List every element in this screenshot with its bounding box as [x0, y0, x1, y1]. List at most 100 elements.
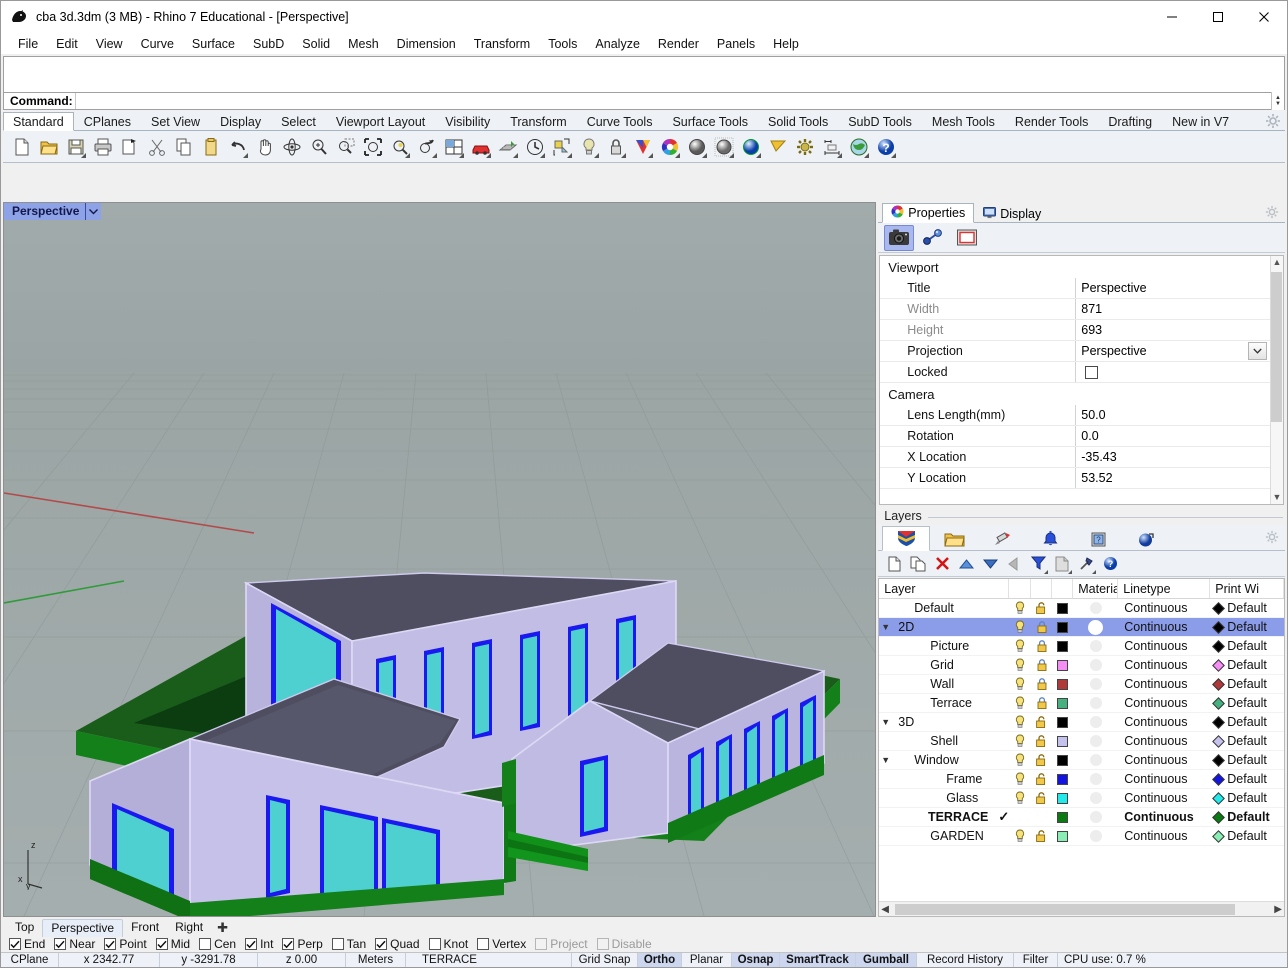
layer-row[interactable]: Picture Continuous Default	[879, 637, 1284, 656]
prop-value-title[interactable]: Perspective	[1075, 278, 1268, 298]
layer-lock-toggle[interactable]	[1031, 620, 1052, 634]
layer-linetype-cell[interactable]: Continuous	[1118, 772, 1210, 786]
perspective-viewport[interactable]: Perspective z x y	[3, 202, 877, 917]
osnap-vertex[interactable]: Vertex	[477, 937, 526, 951]
osnap-mid[interactable]: Mid	[155, 937, 190, 951]
layers-scroll-thumb[interactable]	[895, 904, 1236, 915]
layer-material-swatch[interactable]	[1073, 602, 1118, 614]
osnap-checkbox[interactable]	[428, 938, 441, 950]
col-header-lock[interactable]	[1031, 579, 1053, 598]
layer-print-width-cell[interactable]: Default	[1210, 715, 1284, 729]
minimize-button[interactable]	[1149, 1, 1195, 33]
viewport-3d-scene[interactable]	[4, 203, 876, 916]
col-header-on[interactable]	[1009, 579, 1032, 598]
layer-color-swatch[interactable]	[1052, 659, 1073, 671]
zoom-in-out-icon[interactable]	[306, 133, 332, 161]
toolbar-tab-set-view[interactable]: Set View	[141, 112, 210, 131]
tab-properties[interactable]: Properties	[882, 203, 975, 223]
layer-print-width-cell[interactable]: Default	[1210, 620, 1284, 634]
osnap-point[interactable]: Point	[104, 937, 147, 951]
layer-lock-toggle[interactable]	[1031, 734, 1052, 748]
layer-color-swatch[interactable]	[1052, 811, 1073, 823]
status-toggle-gumball[interactable]: Gumball	[856, 953, 917, 967]
osnap-quad[interactable]: Quad	[375, 937, 420, 951]
viewport-tab-top[interactable]: Top	[7, 919, 42, 936]
layer-linetype-cell[interactable]: Continuous	[1118, 677, 1210, 691]
color-wheel-icon[interactable]	[657, 133, 683, 161]
layer-color-swatch[interactable]	[1052, 735, 1073, 747]
osnap-checkbox[interactable]	[245, 938, 258, 950]
zoom-window-icon[interactable]	[333, 133, 359, 161]
layer-row[interactable]: ▼ 2D Continuous Default	[879, 618, 1284, 637]
layer-row-name-cell[interactable]: Frame	[879, 770, 1009, 788]
menu-surface[interactable]: Surface	[183, 35, 244, 53]
layer-color-swatch[interactable]	[1052, 716, 1073, 728]
scroll-right-icon[interactable]: ▶	[1274, 904, 1282, 915]
layer-visibility-toggle[interactable]	[1009, 639, 1031, 653]
toolbar-tab-standard[interactable]: Standard	[3, 112, 74, 131]
layer-linetype-cell[interactable]: Continuous	[1118, 620, 1210, 634]
layer-row-name-cell[interactable]: ▼ 3D	[879, 713, 1009, 731]
toolbar-tab-cplanes[interactable]: CPlanes	[74, 112, 141, 131]
layer-row[interactable]: Grid Continuous Default	[879, 656, 1284, 675]
add-viewport-tab-icon[interactable]: ✚	[211, 920, 234, 935]
col-header-color[interactable]	[1052, 579, 1074, 598]
layer-color-swatch[interactable]	[1052, 773, 1073, 785]
toolbar-tab-display[interactable]: Display	[210, 112, 271, 131]
layer-print-width-cell[interactable]: Default	[1210, 810, 1284, 824]
layer-linetype-cell[interactable]: Continuous	[1118, 791, 1210, 805]
layer-row[interactable]: Glass Continuous Default	[879, 789, 1284, 808]
new-sublayer-icon[interactable]	[908, 553, 928, 575]
layer-row[interactable]: Shell Continuous Default	[879, 732, 1284, 751]
layer-print-width-cell[interactable]: Default	[1210, 772, 1284, 786]
named-views-tab-icon[interactable]: ?	[1074, 526, 1122, 551]
status-cplane[interactable]: CPlane	[1, 953, 59, 967]
toolbar-tab-transform[interactable]: Transform	[500, 112, 577, 131]
layer-properties-icon[interactable]	[1052, 553, 1073, 575]
layer-row[interactable]: ▼ Window Continuous Default	[879, 751, 1284, 770]
layer-visibility-toggle[interactable]	[1009, 791, 1031, 805]
shade-icon[interactable]	[684, 133, 710, 161]
viewport-title-label[interactable]: Perspective	[4, 203, 86, 220]
chevron-down-icon[interactable]: ▼	[879, 622, 892, 632]
viewport-tab-front[interactable]: Front	[123, 919, 167, 936]
status-toggle-ortho[interactable]: Ortho	[638, 953, 682, 967]
scroll-down-icon[interactable]: ▼	[1273, 493, 1282, 502]
menu-render[interactable]: Render	[649, 35, 708, 53]
layer-print-width-cell[interactable]: Default	[1210, 639, 1284, 653]
status-toggle-smarttrack[interactable]: SmartTrack	[780, 953, 856, 967]
linetype-tab-icon[interactable]	[978, 526, 1026, 551]
undo-icon[interactable]	[225, 133, 251, 161]
rotate-view-icon[interactable]	[279, 133, 305, 161]
viewport-tab-right[interactable]: Right	[167, 919, 211, 936]
layer-color-swatch[interactable]	[1052, 697, 1073, 709]
layer-material-swatch[interactable]	[1073, 754, 1118, 766]
layer-lock-toggle[interactable]	[1031, 753, 1052, 767]
layer-print-width-cell[interactable]: Default	[1210, 791, 1284, 805]
osnap-perp[interactable]: Perp	[282, 937, 323, 951]
copy-to-clipboard-icon[interactable]	[117, 133, 143, 161]
layers-list[interactable]: Layer Material Linetype Print Wi Default…	[878, 578, 1285, 917]
layer-visibility-toggle[interactable]	[1009, 696, 1031, 710]
filter-icon[interactable]	[1028, 553, 1049, 575]
layer-visibility-toggle[interactable]	[1009, 772, 1031, 786]
earth-icon[interactable]	[846, 133, 872, 161]
layer-linetype-cell[interactable]: Continuous	[1118, 753, 1210, 767]
close-button[interactable]	[1241, 1, 1287, 33]
prop-value-lens-length[interactable]: 50.0	[1075, 405, 1268, 425]
layer-color-swatch[interactable]	[1052, 640, 1073, 652]
tab-display[interactable]: Display	[974, 203, 1050, 223]
notification-bell-tab-icon[interactable]	[1026, 526, 1074, 551]
layer-row[interactable]: Frame Continuous Default	[879, 770, 1284, 789]
properties-scroll-area[interactable]: Viewport Title Perspective Width 871 Hei…	[879, 255, 1284, 505]
locked-checkbox[interactable]	[1085, 365, 1099, 379]
named-view-car-icon[interactable]	[468, 133, 494, 161]
render-preview-icon[interactable]	[711, 133, 737, 161]
move-layer-down-icon[interactable]	[980, 553, 1000, 575]
back-arrow-icon[interactable]	[1004, 553, 1024, 575]
scroll-left-icon[interactable]: ◀	[881, 904, 889, 915]
layer-visibility-toggle[interactable]	[1009, 620, 1031, 634]
layers-tab-icon[interactable]	[882, 526, 931, 551]
layer-lock-toggle[interactable]	[1031, 639, 1052, 653]
layer-color-swatch[interactable]	[1052, 678, 1073, 690]
